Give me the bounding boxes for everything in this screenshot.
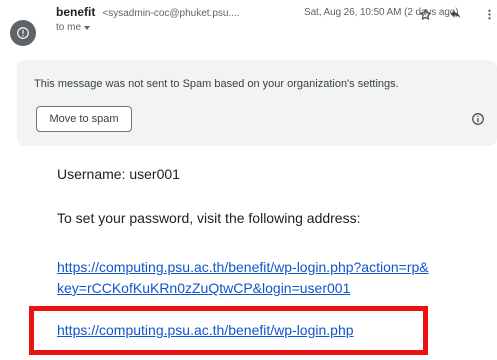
sender-email: <sysadmin-coc@phuket.psu....	[102, 8, 240, 19]
reset-password-link-line1[interactable]: https://computing.psu.ac.th/benefit/wp-l…	[57, 259, 429, 275]
username-line: Username: user001	[57, 166, 180, 182]
instruction-text: To set your password, visit the followin…	[57, 210, 361, 226]
sender-line: benefit <sysadmin-coc@phuket.psu....	[56, 5, 240, 19]
red-highlight-box	[29, 306, 428, 355]
spam-banner: This message was not sent to Spam based …	[17, 60, 497, 146]
move-to-spam-button[interactable]: Move to spam	[36, 106, 132, 132]
sender-avatar	[10, 20, 36, 46]
recipient-dropdown[interactable]: to me	[56, 22, 91, 33]
more-vert-icon[interactable]	[481, 6, 497, 22]
reset-password-link-line2[interactable]: key=rCCKofKuKRn0zZuQtwCP&login=user001	[57, 280, 350, 296]
alert-icon	[17, 27, 29, 39]
star-icon[interactable]	[417, 6, 433, 22]
info-icon[interactable]	[471, 112, 485, 126]
spam-banner-message: This message was not sent to Spam based …	[34, 78, 399, 90]
recipient-label: to me	[56, 22, 82, 33]
email-date: Sat, Aug 26, 10:50 AM (2 days ago)	[304, 7, 459, 18]
sender-name: benefit	[56, 5, 96, 19]
caret-down-icon	[84, 25, 91, 30]
reply-icon[interactable]	[447, 6, 463, 22]
